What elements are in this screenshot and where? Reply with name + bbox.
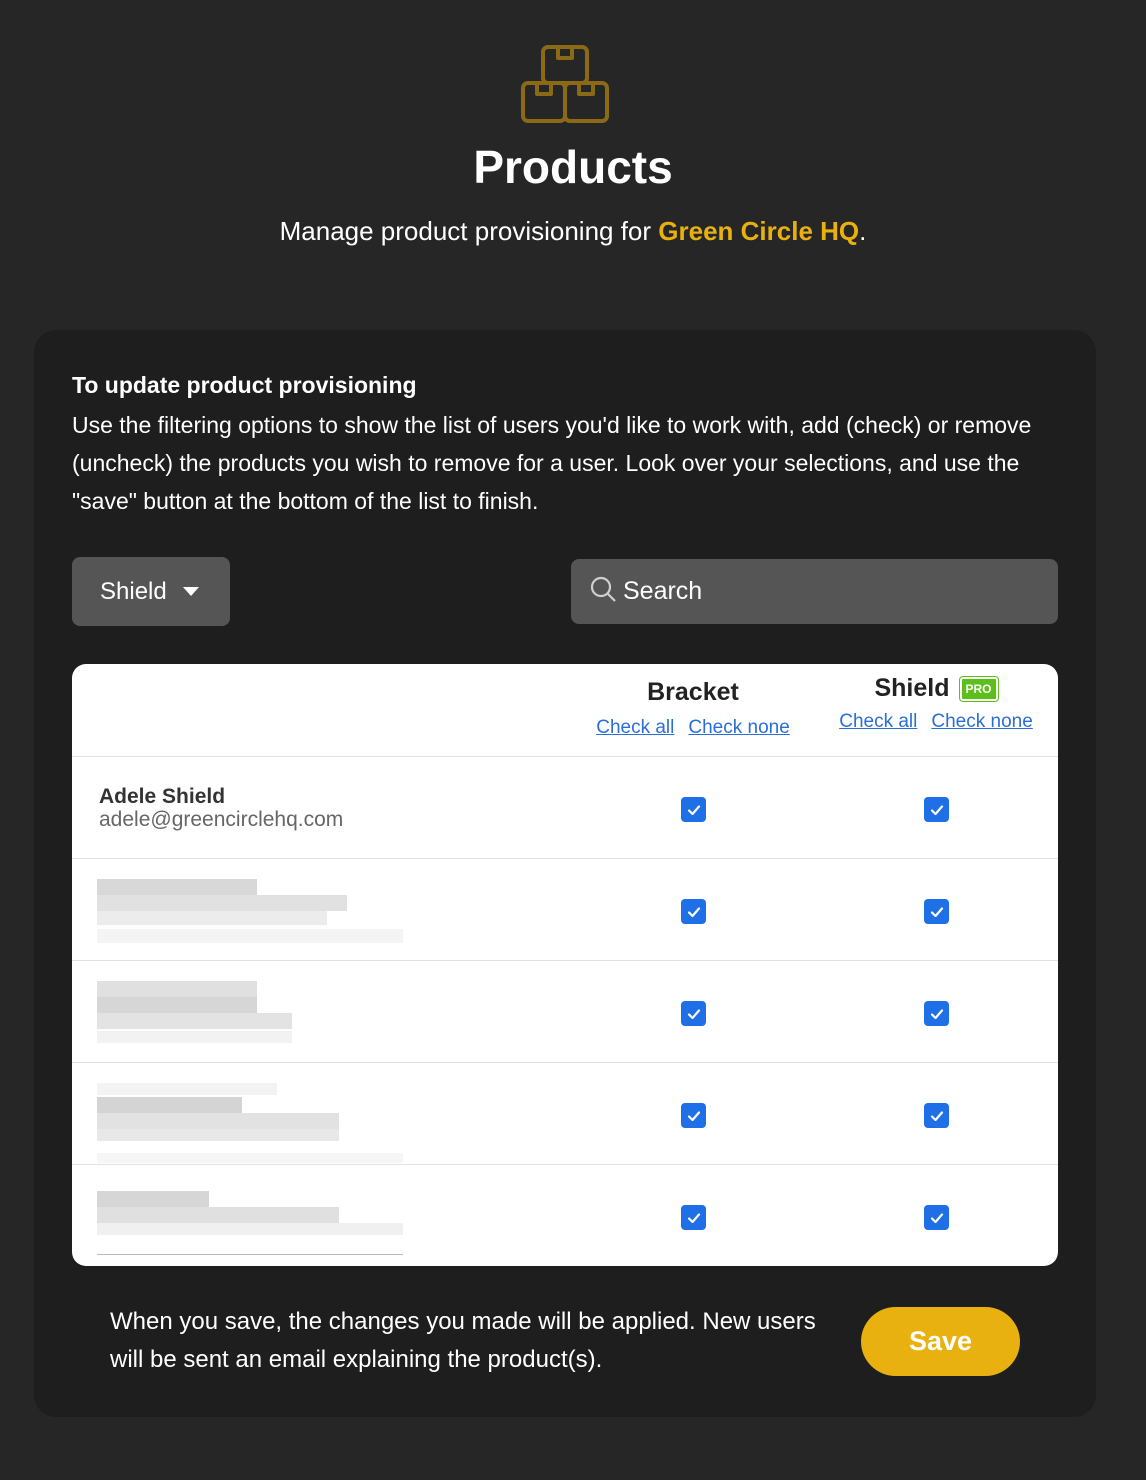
instructions-body: Use the filtering options to show the li…	[72, 412, 1032, 514]
shield-checkbox[interactable]	[924, 899, 949, 924]
column-shield: Shield PRO Check all Check none	[816, 674, 1056, 733]
bracket-check-none-link[interactable]: Check none	[688, 717, 789, 738]
check-icon	[687, 1110, 700, 1121]
table-row	[72, 961, 1058, 1063]
product-filter-dropdown[interactable]: Shield	[72, 557, 230, 626]
search-icon	[589, 575, 617, 608]
shield-checkbox[interactable]	[924, 1205, 949, 1230]
table-row	[72, 1165, 1058, 1266]
column-title: Bracket	[647, 678, 739, 706]
redacted-user-info	[97, 879, 403, 959]
user-email: adele@greencirclehq.com	[99, 808, 344, 831]
check-icon	[930, 1110, 943, 1121]
search-input[interactable]	[623, 577, 1043, 606]
shield-checkbox[interactable]	[924, 1103, 949, 1128]
bracket-check-all-link[interactable]: Check all	[596, 717, 674, 738]
instructions-heading: To update product provisioning	[72, 372, 417, 398]
user-name: Adele Shield	[99, 785, 226, 808]
table-row	[72, 1063, 1058, 1165]
users-table: Bracket Check all Check none Shield PRO Ch…	[72, 664, 1058, 1266]
table-header: Bracket Check all Check none Shield PRO Ch…	[72, 664, 1058, 757]
check-icon	[687, 906, 700, 917]
product-filter-value: Shield	[100, 577, 167, 605]
table-row: Adele Shield adele@greencirclehq.com	[72, 757, 1058, 859]
bracket-checkbox[interactable]	[681, 1001, 706, 1026]
caret-down-icon	[182, 587, 199, 596]
column-bracket: Bracket Check all Check none	[573, 678, 813, 739]
check-icon	[930, 906, 943, 917]
shield-check-none-link[interactable]: Check none	[931, 711, 1032, 732]
search-box[interactable]	[571, 559, 1058, 624]
bracket-checkbox[interactable]	[681, 899, 706, 924]
check-icon	[930, 804, 943, 815]
save-button[interactable]: Save	[861, 1307, 1020, 1376]
page-subtitle: Manage product provisioning for Green Ci…	[0, 216, 1146, 247]
bracket-checkbox[interactable]	[681, 1103, 706, 1128]
subtitle-prefix: Manage product provisioning for	[279, 216, 659, 246]
redacted-user-info	[97, 1185, 403, 1265]
shield-checkbox[interactable]	[924, 797, 949, 822]
page-header: Products Manage product provisioning for…	[0, 0, 1146, 300]
page-title: Products	[473, 141, 673, 193]
shield-checkbox[interactable]	[924, 1001, 949, 1026]
pro-badge: PRO	[959, 676, 998, 701]
redacted-user-info	[97, 981, 403, 1061]
check-icon	[687, 1008, 700, 1019]
shield-check-all-link[interactable]: Check all	[839, 711, 917, 732]
save-note: When you save, the changes you made will…	[110, 1308, 816, 1373]
redacted-user-info	[97, 1083, 403, 1163]
boxes-icon	[520, 44, 610, 126]
column-title: Shield PRO	[874, 674, 998, 703]
table-row	[72, 859, 1058, 961]
check-icon	[687, 1212, 700, 1223]
check-icon	[930, 1212, 943, 1223]
check-icon	[687, 804, 700, 815]
bracket-checkbox[interactable]	[681, 1205, 706, 1230]
provisioning-card: To update product provisioning Use the f…	[34, 330, 1096, 1417]
subtitle-suffix: .	[859, 216, 867, 246]
bracket-checkbox[interactable]	[681, 797, 706, 822]
org-name: Green Circle HQ	[658, 216, 860, 246]
check-icon	[930, 1008, 943, 1019]
